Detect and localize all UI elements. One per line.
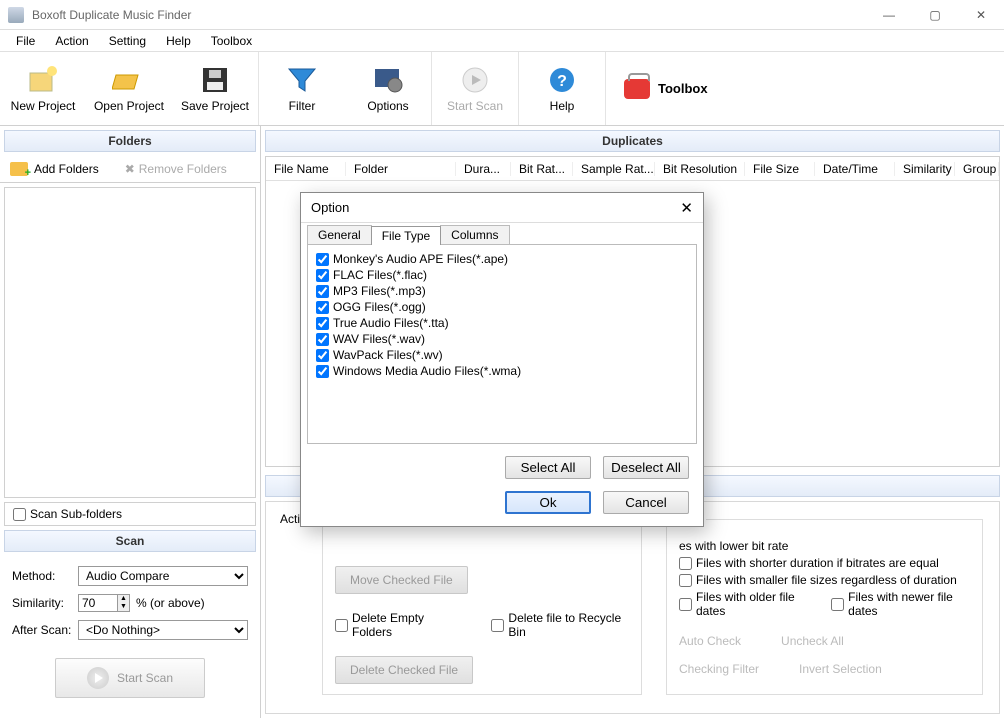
cancel-button[interactable]: Cancel: [603, 491, 689, 514]
smaller-checkbox[interactable]: [679, 574, 692, 587]
checking-filter-button[interactable]: Checking Filter: [679, 662, 759, 676]
filetype-tta[interactable]: True Audio Files(*.tta): [316, 315, 688, 331]
older-checkbox[interactable]: [679, 598, 692, 611]
remove-icon: ✖: [125, 162, 135, 176]
similarity-label: Similarity:: [12, 596, 72, 610]
uncheck-all-button[interactable]: Uncheck All: [781, 634, 844, 648]
similarity-spinner[interactable]: ▲▼: [118, 594, 130, 612]
action-area: Actio Mo Move Checked File Delete Empty …: [265, 501, 1000, 714]
play-icon: [87, 667, 109, 689]
menu-bar: File Action Setting Help Toolbox: [0, 30, 1004, 52]
auto-check-button[interactable]: Auto Check: [679, 634, 741, 648]
menu-action[interactable]: Action: [45, 32, 98, 50]
after-scan-select[interactable]: <Do Nothing>: [78, 620, 248, 640]
move-fieldset: Mo Move Checked File Delete Empty Folder…: [322, 512, 642, 695]
maximize-button[interactable]: ▢: [912, 0, 958, 30]
title-bar: Boxoft Duplicate Music Finder — ▢ ✕: [0, 0, 1004, 30]
check-fieldset: eck es with lower bit rate Files with sh…: [666, 512, 983, 695]
similarity-input[interactable]: [78, 594, 118, 612]
remove-folders-button[interactable]: ✖ Remove Folders: [125, 162, 227, 176]
new-project-icon: [26, 65, 60, 95]
options-icon: [371, 65, 405, 95]
col-filename[interactable]: File Name: [266, 162, 346, 176]
menu-help[interactable]: Help: [156, 32, 201, 50]
after-scan-label: After Scan:: [12, 623, 72, 637]
new-project-button[interactable]: New Project: [0, 52, 86, 125]
window-title: Boxoft Duplicate Music Finder: [32, 8, 866, 22]
close-button[interactable]: ✕: [958, 0, 1004, 30]
dialog-title: Option: [311, 200, 349, 215]
folders-header: Folders: [4, 130, 256, 152]
filter-button[interactable]: Filter: [259, 52, 345, 125]
invert-selection-button[interactable]: Invert Selection: [799, 662, 882, 676]
folders-list[interactable]: [4, 187, 256, 498]
newer-checkbox[interactable]: [831, 598, 844, 611]
option-dialog: Option ✕ General File Type Columns Monke…: [300, 192, 704, 527]
tab-columns[interactable]: Columns: [440, 225, 509, 244]
folder-add-icon: [10, 162, 28, 176]
dialog-close-button[interactable]: ✕: [680, 199, 693, 217]
filetype-ogg[interactable]: OGG Files(*.ogg): [316, 299, 688, 315]
duplicates-header: Duplicates: [265, 130, 1000, 152]
scan-header: Scan: [4, 530, 256, 552]
method-select[interactable]: Audio Compare: [78, 566, 248, 586]
filetype-flac[interactable]: FLAC Files(*.flac): [316, 267, 688, 283]
svg-text:?: ?: [557, 73, 567, 90]
recycle-checkbox[interactable]: [491, 619, 504, 632]
start-scan-button[interactable]: Start Scan: [432, 52, 518, 125]
help-icon: ?: [545, 65, 579, 95]
col-samplerate[interactable]: Sample Rat...: [573, 162, 655, 176]
toolbar: New Project Open Project Save Project Fi…: [0, 52, 1004, 126]
toolbox-button[interactable]: Toolbox: [606, 52, 726, 125]
app-icon: [8, 7, 24, 23]
delete-empty-checkbox[interactable]: [335, 619, 348, 632]
funnel-icon: [285, 65, 319, 95]
open-project-button[interactable]: Open Project: [86, 52, 172, 125]
open-project-icon: [112, 65, 146, 95]
action-label: Actio: [280, 512, 300, 695]
shorter-checkbox[interactable]: [679, 557, 692, 570]
help-button[interactable]: ? Help: [519, 52, 605, 125]
save-icon: [198, 65, 232, 95]
menu-setting[interactable]: Setting: [99, 32, 156, 50]
ok-button[interactable]: Ok: [505, 491, 591, 514]
col-duration[interactable]: Dura...: [456, 162, 511, 176]
minimize-button[interactable]: —: [866, 0, 912, 30]
left-panel: Folders Add Folders ✖ Remove Folders Sca…: [0, 126, 261, 718]
filetype-wav[interactable]: WAV Files(*.wav): [316, 331, 688, 347]
deselect-all-button[interactable]: Deselect All: [603, 456, 689, 479]
col-group[interactable]: Group: [955, 162, 999, 176]
col-bitres[interactable]: Bit Resolution: [655, 162, 745, 176]
col-folder[interactable]: Folder: [346, 162, 456, 176]
scan-subfolders-checkbox[interactable]: [13, 508, 26, 521]
filetype-wv[interactable]: WavPack Files(*.wv): [316, 347, 688, 363]
tab-general[interactable]: General: [307, 225, 372, 244]
table-header-row: File Name Folder Dura... Bit Rat... Samp…: [266, 157, 999, 181]
file-type-list: Monkey's Audio APE Files(*.ape) FLAC Fil…: [307, 244, 697, 444]
filetype-wma[interactable]: Windows Media Audio Files(*.wma): [316, 363, 688, 379]
play-icon: [458, 65, 492, 95]
select-all-button[interactable]: Select All: [505, 456, 591, 479]
col-datetime[interactable]: Date/Time: [815, 162, 895, 176]
move-checked-button[interactable]: Move Checked File: [335, 566, 468, 594]
col-bitrate[interactable]: Bit Rat...: [511, 162, 573, 176]
save-project-button[interactable]: Save Project: [172, 52, 258, 125]
method-label: Method:: [12, 569, 72, 583]
tab-file-type[interactable]: File Type: [371, 226, 441, 245]
delete-checked-button[interactable]: Delete Checked File: [335, 656, 473, 684]
toolbox-icon: [624, 79, 650, 99]
options-button[interactable]: Options: [345, 52, 431, 125]
filetype-mp3[interactable]: MP3 Files(*.mp3): [316, 283, 688, 299]
add-folders-button[interactable]: Add Folders: [34, 162, 99, 176]
filetype-ape[interactable]: Monkey's Audio APE Files(*.ape): [316, 251, 688, 267]
col-filesize[interactable]: File Size: [745, 162, 815, 176]
col-similarity[interactable]: Similarity: [895, 162, 955, 176]
start-scan-panel-button[interactable]: Start Scan: [55, 658, 205, 698]
menu-file[interactable]: File: [6, 32, 45, 50]
menu-toolbox[interactable]: Toolbox: [201, 32, 262, 50]
